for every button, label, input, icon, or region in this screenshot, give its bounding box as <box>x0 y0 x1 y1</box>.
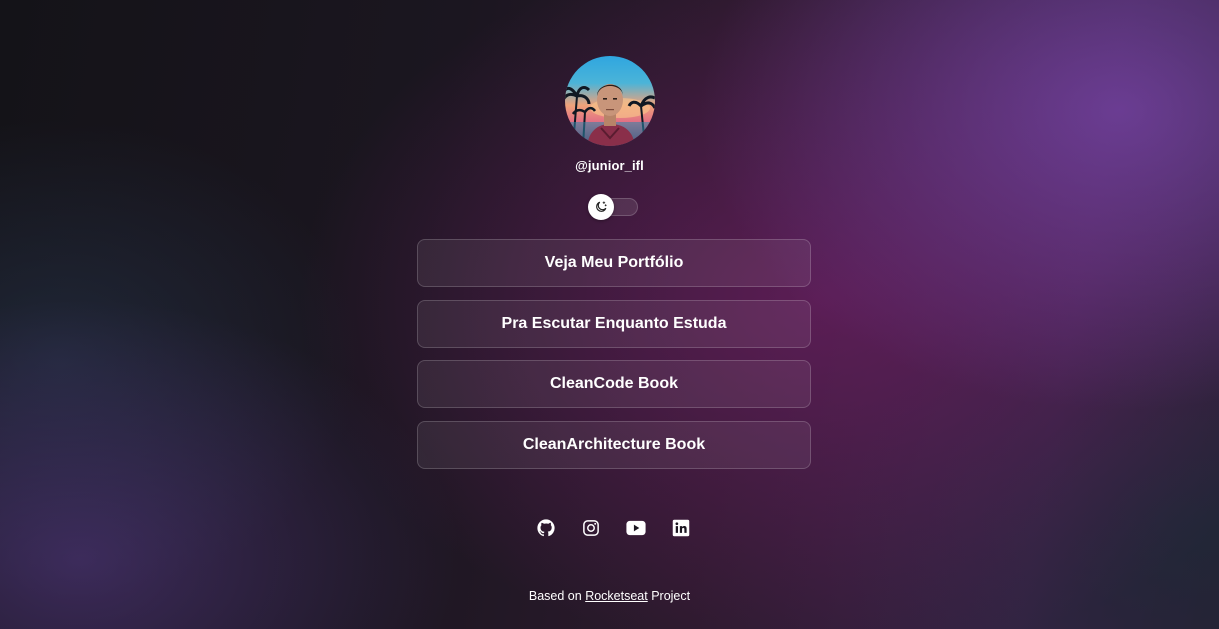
theme-toggle[interactable] <box>588 194 638 220</box>
profile-section: @junior_ifl <box>0 56 1219 173</box>
footer: Based on Rocketseat Project <box>0 589 1219 603</box>
footer-suffix: Project <box>651 589 691 603</box>
avatar-image <box>564 84 655 146</box>
link-cleancode-book-button[interactable]: CleanCode Book <box>417 360 811 408</box>
youtube-icon <box>626 520 646 536</box>
instagram-link[interactable] <box>581 518 601 538</box>
moon-icon <box>596 201 607 212</box>
links-list: Veja Meu Portfólio Pra Escutar Enquanto … <box>417 239 811 481</box>
footer-prefix: Based on <box>528 589 582 603</box>
github-link[interactable] <box>536 518 556 538</box>
rocketseat-link[interactable]: Rocketseat <box>585 589 648 603</box>
instagram-icon <box>583 520 599 536</box>
linkedin-link[interactable] <box>671 518 691 538</box>
link-cleanarchitecture-book-button[interactable]: CleanArchitecture Book <box>417 420 811 469</box>
username: @junior_ifl <box>575 158 644 173</box>
link-portfolio-button[interactable]: Veja Meu Portfólio <box>417 239 811 287</box>
youtube-link[interactable] <box>626 518 646 538</box>
social-links <box>536 518 691 538</box>
toggle-knob[interactable] <box>588 194 614 220</box>
link-study-music-button[interactable]: Pra Escutar Enquanto Estuda <box>417 299 811 348</box>
avatar <box>564 56 655 146</box>
linkedin-icon <box>672 519 690 537</box>
github-icon <box>537 519 555 537</box>
